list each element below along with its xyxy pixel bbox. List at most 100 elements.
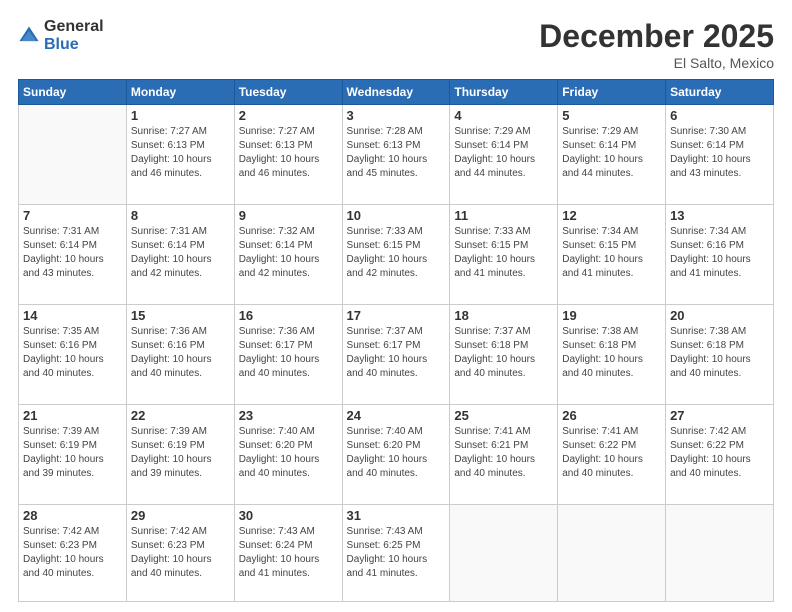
calendar-day-cell <box>450 504 558 602</box>
calendar-day-cell: 27 Sunrise: 7:42 AMSunset: 6:22 PMDayligh… <box>666 404 774 504</box>
calendar-day-cell: 2Sunrise: 7:27 AMSunset: 6:13 PMDaylight… <box>234 105 342 205</box>
calendar-week-row: 7 Sunrise: 7:31 AMSunset: 6:14 PMDaylight… <box>19 204 774 304</box>
day-info: Sunrise: 7:36 AMSunset: 6:16 PMDaylight:… <box>131 325 230 381</box>
weekday-header-monday: Monday <box>126 80 234 105</box>
day-info: Sunrise: 7:38 AMSunset: 6:18 PMDaylight:… <box>670 325 769 381</box>
day-number: 16 <box>239 308 338 323</box>
calendar-day-cell: 29 Sunrise: 7:42 AMSunset: 6:23 PMDayligh… <box>126 504 234 602</box>
day-number: 5 <box>562 108 661 123</box>
day-info: Sunrise: 7:33 AMSunset: 6:15 PMDaylight:… <box>454 225 553 281</box>
header: General Blue December 2025 El Salto, Mex… <box>18 18 774 71</box>
calendar-day-cell: 30 Sunrise: 7:43 AMSunset: 6:24 PMDayligh… <box>234 504 342 602</box>
calendar-day-cell: 16 Sunrise: 7:36 AMSunset: 6:17 PMDayligh… <box>234 304 342 404</box>
calendar-day-cell: 10 Sunrise: 7:33 AMSunset: 6:15 PMDayligh… <box>342 204 450 304</box>
day-number: 2 <box>239 108 338 123</box>
day-info: Sunrise: 7:37 AMSunset: 6:18 PMDaylight:… <box>454 325 553 381</box>
day-number: 28 <box>23 508 122 523</box>
calendar-day-cell: 15 Sunrise: 7:36 AMSunset: 6:16 PMDayligh… <box>126 304 234 404</box>
calendar-day-cell: 20 Sunrise: 7:38 AMSunset: 6:18 PMDayligh… <box>666 304 774 404</box>
month-title: December 2025 <box>539 18 774 55</box>
calendar-day-cell <box>558 504 666 602</box>
day-info: Sunrise: 7:42 AMSunset: 6:23 PMDaylight:… <box>131 525 230 581</box>
weekday-header-sunday: Sunday <box>19 80 127 105</box>
calendar-day-cell: 8Sunrise: 7:31 AMSunset: 6:14 PMDaylight… <box>126 204 234 304</box>
calendar-day-cell: 13 Sunrise: 7:34 AMSunset: 6:16 PMDayligh… <box>666 204 774 304</box>
calendar-week-row: 21 Sunrise: 7:39 AMSunset: 6:19 PMDayligh… <box>19 404 774 504</box>
calendar-day-cell: 18 Sunrise: 7:37 AMSunset: 6:18 PMDayligh… <box>450 304 558 404</box>
day-info: Sunrise: 7:38 AMSunset: 6:18 PMDaylight:… <box>562 325 661 381</box>
weekday-header-tuesday: Tuesday <box>234 80 342 105</box>
day-number: 13 <box>670 208 769 223</box>
calendar-page: General Blue December 2025 El Salto, Mex… <box>0 0 792 612</box>
weekday-header-thursday: Thursday <box>450 80 558 105</box>
calendar-day-cell: 25 Sunrise: 7:41 AMSunset: 6:21 PMDayligh… <box>450 404 558 504</box>
calendar-table: SundayMondayTuesdayWednesdayThursdayFrid… <box>18 79 774 602</box>
day-info: Sunrise: 7:36 AMSunset: 6:17 PMDaylight:… <box>239 325 338 381</box>
calendar-week-row: 14 Sunrise: 7:35 AMSunset: 6:16 PMDayligh… <box>19 304 774 404</box>
day-info: Sunrise: 7:33 AMSunset: 6:15 PMDaylight:… <box>347 225 446 281</box>
calendar-day-cell: 9 Sunrise: 7:32 AMSunset: 6:14 PMDaylight… <box>234 204 342 304</box>
title-area: December 2025 El Salto, Mexico <box>539 18 774 71</box>
day-info: Sunrise: 7:41 AMSunset: 6:21 PMDaylight:… <box>454 425 553 481</box>
calendar-day-cell: 4Sunrise: 7:29 AMSunset: 6:14 PMDaylight… <box>450 105 558 205</box>
location-subtitle: El Salto, Mexico <box>539 55 774 71</box>
day-number: 25 <box>454 408 553 423</box>
day-number: 9 <box>239 208 338 223</box>
logo-text: General Blue <box>44 18 104 53</box>
weekday-header-saturday: Saturday <box>666 80 774 105</box>
calendar-week-row: 1 Sunrise: 7:27 AMSunset: 6:13 PMDaylight… <box>19 105 774 205</box>
calendar-day-cell: 26 Sunrise: 7:41 AMSunset: 6:22 PMDayligh… <box>558 404 666 504</box>
day-number: 15 <box>131 308 230 323</box>
day-info: Sunrise: 7:31 AMSunset: 6:14 PMDaylight:… <box>23 225 122 281</box>
day-number: 10 <box>347 208 446 223</box>
day-number: 21 <box>23 408 122 423</box>
logo: General Blue <box>18 18 104 53</box>
day-number: 1 <box>131 108 230 123</box>
day-number: 19 <box>562 308 661 323</box>
calendar-day-cell: 28Sunrise: 7:42 AMSunset: 6:23 PMDayligh… <box>19 504 127 602</box>
day-number: 18 <box>454 308 553 323</box>
calendar-day-cell: 24Sunrise: 7:40 AMSunset: 6:20 PMDayligh… <box>342 404 450 504</box>
calendar-day-cell <box>666 504 774 602</box>
day-info: Sunrise: 7:35 AMSunset: 6:16 PMDaylight:… <box>23 325 122 381</box>
day-number: 29 <box>131 508 230 523</box>
weekday-header-wednesday: Wednesday <box>342 80 450 105</box>
weekday-header-friday: Friday <box>558 80 666 105</box>
day-number: 27 <box>670 408 769 423</box>
day-number: 14 <box>23 308 122 323</box>
day-info: Sunrise: 7:34 AMSunset: 6:16 PMDaylight:… <box>670 225 769 281</box>
calendar-day-cell: 1 Sunrise: 7:27 AMSunset: 6:13 PMDaylight… <box>126 105 234 205</box>
calendar-day-cell: 31Sunrise: 7:43 AMSunset: 6:25 PMDayligh… <box>342 504 450 602</box>
day-number: 20 <box>670 308 769 323</box>
logo-blue: Blue <box>44 36 104 54</box>
day-number: 6 <box>670 108 769 123</box>
day-info: Sunrise: 7:27 AMSunset: 6:13 PMDaylight:… <box>131 125 230 181</box>
day-info: Sunrise: 7:41 AMSunset: 6:22 PMDaylight:… <box>562 425 661 481</box>
day-info: Sunrise: 7:39 AMSunset: 6:19 PMDaylight:… <box>23 425 122 481</box>
day-info: Sunrise: 7:28 AMSunset: 6:13 PMDaylight:… <box>347 125 446 181</box>
day-number: 7 <box>23 208 122 223</box>
calendar-day-cell <box>19 105 127 205</box>
day-number: 30 <box>239 508 338 523</box>
calendar-day-cell: 23Sunrise: 7:40 AMSunset: 6:20 PMDayligh… <box>234 404 342 504</box>
calendar-week-row: 28 Sunrise: 7:42 AMSunset: 6:23 PMDayligh… <box>19 504 774 602</box>
day-info: Sunrise: 7:32 AMSunset: 6:14 PMDaylight:… <box>239 225 338 281</box>
day-info: Sunrise: 7:30 AMSunset: 6:14 PMDaylight:… <box>670 125 769 181</box>
day-info: Sunrise: 7:42 AMSunset: 6:22 PMDaylight:… <box>670 425 769 481</box>
day-info: Sunrise: 7:43 AMSunset: 6:24 PMDaylight:… <box>239 525 338 581</box>
calendar-day-cell: 3Sunrise: 7:28 AMSunset: 6:13 PMDaylight… <box>342 105 450 205</box>
calendar-day-cell: 5 Sunrise: 7:29 AMSunset: 6:14 PMDaylight… <box>558 105 666 205</box>
calendar-day-cell: 6 Sunrise: 7:30 AMSunset: 6:14 PMDaylight… <box>666 105 774 205</box>
day-info: Sunrise: 7:29 AMSunset: 6:14 PMDaylight:… <box>562 125 661 181</box>
day-number: 26 <box>562 408 661 423</box>
day-info: Sunrise: 7:43 AMSunset: 6:25 PMDaylight:… <box>347 525 446 581</box>
calendar-day-cell: 19 Sunrise: 7:38 AMSunset: 6:18 PMDayligh… <box>558 304 666 404</box>
day-number: 23 <box>239 408 338 423</box>
calendar-day-cell: 11Sunrise: 7:33 AMSunset: 6:15 PMDayligh… <box>450 204 558 304</box>
calendar-day-cell: 22Sunrise: 7:39 AMSunset: 6:19 PMDayligh… <box>126 404 234 504</box>
day-number: 8 <box>131 208 230 223</box>
logo-icon <box>18 25 40 47</box>
day-number: 22 <box>131 408 230 423</box>
calendar-day-cell: 7 Sunrise: 7:31 AMSunset: 6:14 PMDaylight… <box>19 204 127 304</box>
calendar-day-cell: 21 Sunrise: 7:39 AMSunset: 6:19 PMDayligh… <box>19 404 127 504</box>
